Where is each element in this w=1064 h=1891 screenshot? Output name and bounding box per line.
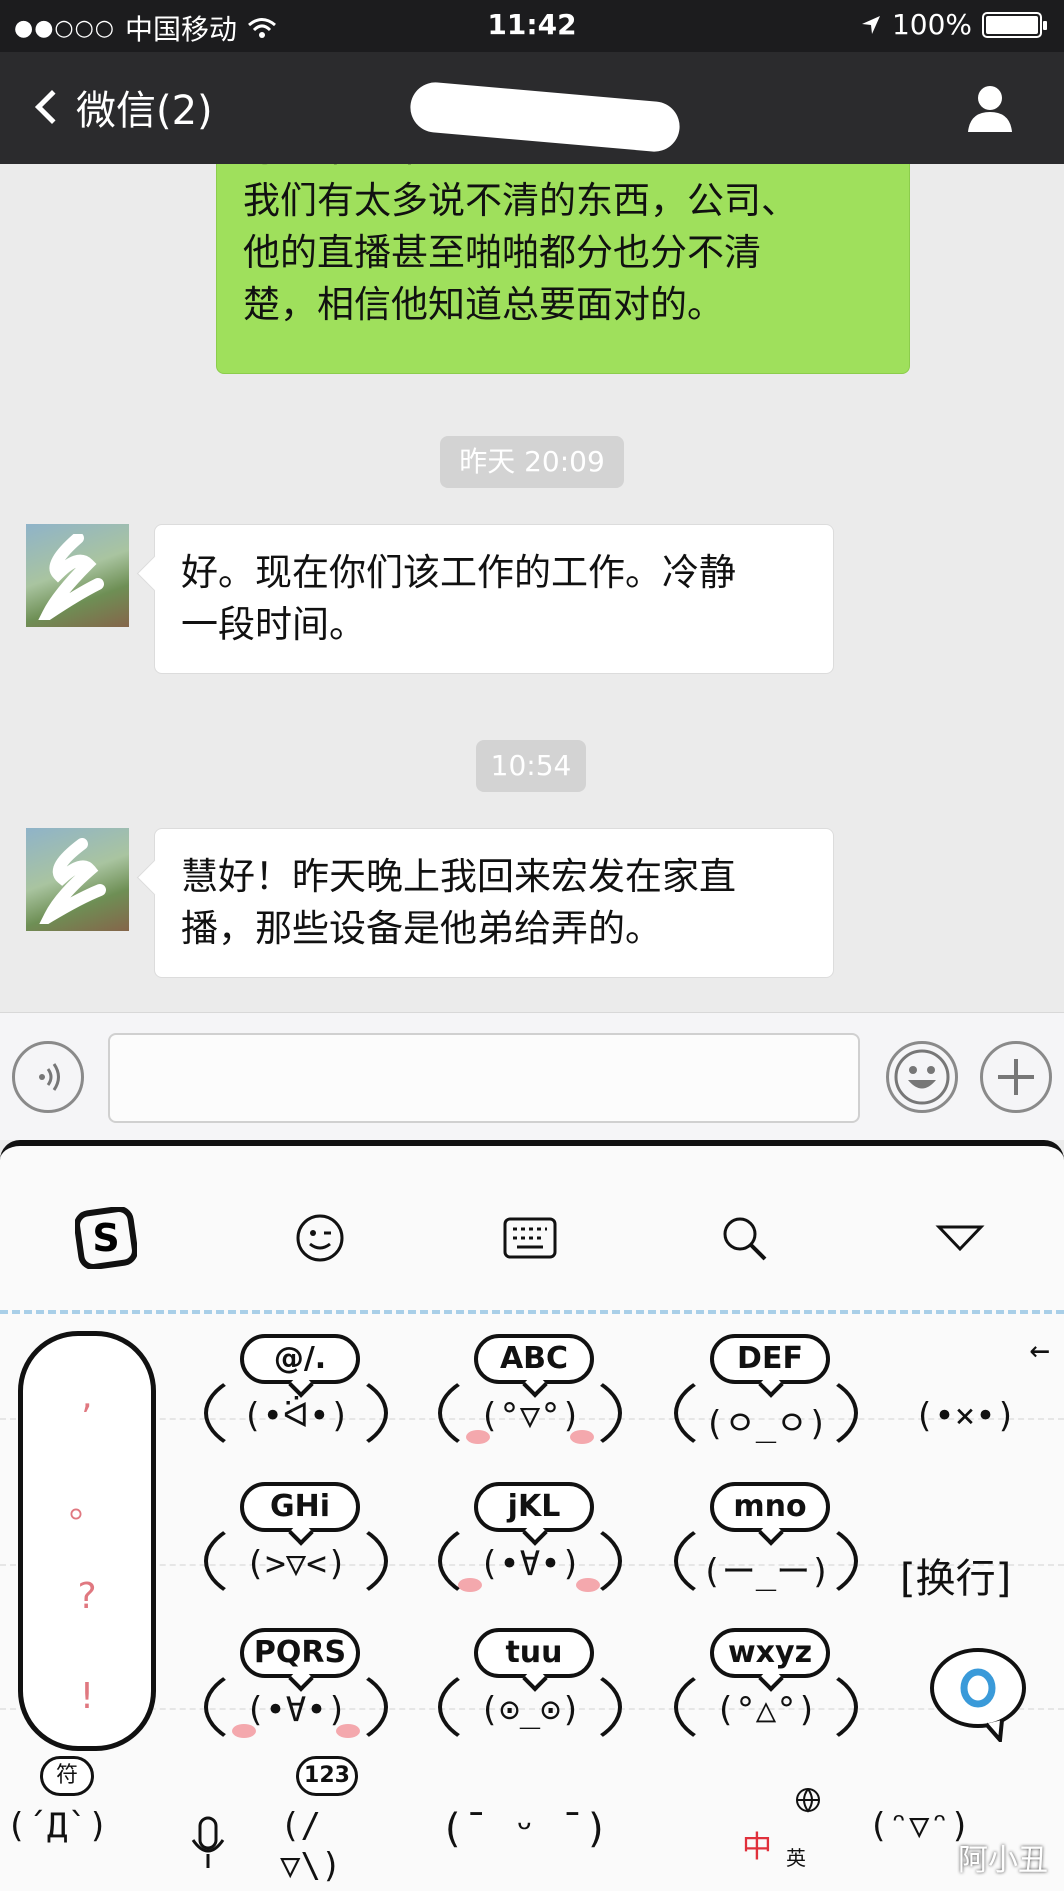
redacted-chat-title	[408, 80, 682, 154]
key-abc[interactable]: ABC (°▽°)	[430, 1330, 630, 1462]
message-line: 好。现在你们该工作的工作。冷静	[181, 551, 736, 594]
key-wxyz[interactable]: wxyz (°△°)	[666, 1624, 866, 1756]
incoming-message-bubble[interactable]: 慧好！昨天晚上我回来宏发在家直 播，那些设备是他弟给弄的。	[154, 828, 834, 978]
blush	[232, 1724, 256, 1738]
timestamp: 10:54	[476, 740, 586, 792]
kaomoji-keyboard: S , 。 ? ! @/. (•ᐛ•) ABC (°▽°) DEF (ㅇ_ㅇ) …	[0, 1140, 1064, 1891]
key-def[interactable]: DEF (ㅇ_ㅇ)	[666, 1330, 866, 1462]
backspace-arrow: ←	[1029, 1330, 1050, 1370]
globe-icon	[796, 1788, 820, 1813]
battery-percent: 100%	[891, 8, 972, 41]
punct-question[interactable]: ?	[23, 1576, 151, 1617]
voice-wave-icon	[39, 1063, 60, 1091]
toolbar-divider	[0, 1310, 1064, 1314]
number-face: (/▽\)	[280, 1806, 342, 1886]
key-pqrs[interactable]: PQRS (•∀•)	[196, 1624, 396, 1756]
search-icon[interactable]	[712, 1206, 776, 1270]
lang-chinese-label: 中	[742, 1830, 772, 1865]
kaomoji-face: (•∀•)	[244, 1690, 348, 1730]
message-line: 一段时间。	[181, 603, 366, 646]
avatar[interactable]	[26, 828, 129, 931]
kaomoji-face: (>▽<)	[244, 1544, 348, 1584]
emoji-face-icon[interactable]	[288, 1206, 352, 1270]
nav-bar: 微信(2)	[0, 52, 1064, 164]
blush	[466, 1430, 490, 1444]
chat-area[interactable]: 等您带他来上海。 我们有太多说不清的东西，公司、 他的直播甚至啪啪都分也分不清 …	[0, 164, 1064, 1012]
keyboard-bottom-row: 符 (´Д`) 123 (/▽\) (¯ ᵕ ¯) 中 英 (ᵔ▽ᵔ)	[0, 1756, 1064, 1886]
chevron-left-icon	[35, 90, 69, 124]
space-key[interactable]: (¯ ᵕ ¯)	[440, 1806, 609, 1852]
blush	[576, 1578, 600, 1592]
svg-text:S: S	[92, 1216, 119, 1260]
message-line: 他的直播甚至啪啪都分也分不清	[243, 231, 761, 274]
speech-bubble-o-icon[interactable]	[926, 1646, 1030, 1742]
more-button[interactable]	[980, 1041, 1052, 1113]
my-message-bubble[interactable]: 等您带他来上海。 我们有太多说不清的东西，公司、 他的直播甚至啪啪都分也分不清 …	[216, 164, 910, 374]
kaomoji-face: (ー_ー)	[701, 1552, 831, 1592]
kaomoji-face: (ㅇ_ㅇ)	[704, 1404, 828, 1444]
kaomoji-face: (•ᐛ•)	[241, 1396, 351, 1436]
message-line: 等您带他来上海。	[243, 164, 539, 175]
timestamp: 昨天 20:09	[440, 436, 624, 488]
status-bar: ●●○○○ 中国移动 11:42 100%	[0, 0, 1064, 52]
send-key[interactable]: (ᵔ▽ᵔ)	[868, 1806, 970, 1846]
message-input[interactable]	[108, 1033, 860, 1123]
kaomoji-face: (•∀•)	[478, 1544, 582, 1584]
message-line: 我们有太多说不清的东西，公司、	[243, 179, 798, 222]
voice-button[interactable]	[12, 1041, 84, 1113]
microphone-icon[interactable]	[188, 1814, 228, 1874]
symbol-face: (´Д`)	[6, 1806, 109, 1846]
language-switch-key[interactable]: 中 英	[706, 1786, 836, 1876]
punct-period[interactable]: 。	[23, 1476, 151, 1528]
key-ghi[interactable]: GHi (>▽<)	[196, 1478, 396, 1610]
kaomoji-face: (°▽°)	[478, 1396, 582, 1436]
backspace-key[interactable]: ← (•×•)	[880, 1330, 1050, 1460]
blush	[570, 1430, 594, 1444]
avatar[interactable]	[26, 524, 129, 627]
message-line: 播，那些设备是他弟给弄的。	[181, 907, 662, 950]
location-arrow-icon	[861, 15, 880, 34]
key-jkl[interactable]: jKL (•∀•)	[430, 1478, 630, 1610]
lang-english-label: 英	[786, 1846, 806, 1870]
smiley-icon	[894, 1049, 950, 1105]
weibo-watermark: 阿小丑	[958, 1843, 1048, 1878]
enter-key[interactable]: [换行]	[900, 1546, 1011, 1604]
sogou-logo-icon[interactable]: S	[74, 1206, 138, 1270]
punct-comma[interactable]: ,	[23, 1376, 151, 1417]
symbol-bubble: 符	[40, 1756, 94, 1796]
emoji-button[interactable]	[886, 1041, 958, 1113]
message-line: 楚，相信他知道总要面对的。	[243, 283, 724, 326]
punctuation-column[interactable]: , 。 ? !	[18, 1331, 156, 1751]
person-icon[interactable]	[964, 82, 1016, 134]
battery-icon	[982, 11, 1047, 38]
keyboard-icon[interactable]	[498, 1206, 562, 1270]
keyboard-toolbar: S	[0, 1206, 1064, 1286]
kaomoji-face: (⊙_⊙)	[478, 1690, 582, 1730]
kaomoji-face: (°△°)	[714, 1690, 818, 1730]
key-1[interactable]: @/. (•ᐛ•)	[196, 1330, 396, 1462]
redaction-scribble	[39, 838, 106, 924]
status-right: 100%	[860, 8, 1047, 41]
number-bubble: 123	[296, 1756, 358, 1796]
plus-icon	[998, 1059, 1034, 1095]
key-mno[interactable]: mno (ー_ー)	[666, 1478, 866, 1610]
kaomoji-face: (•×•)	[913, 1396, 1017, 1436]
battery-fill	[986, 15, 1038, 34]
message-line: 慧好！昨天晚上我回来宏发在家直	[181, 855, 736, 898]
punct-exclaim[interactable]: !	[23, 1676, 151, 1717]
redaction-scribble	[38, 534, 104, 620]
input-bar	[0, 1012, 1064, 1140]
back-label: 微信(2)	[76, 88, 213, 134]
back-button[interactable]: 微信(2)	[32, 78, 213, 136]
incoming-message-bubble[interactable]: 好。现在你们该工作的工作。冷静 一段时间。	[154, 524, 834, 674]
blush	[336, 1724, 360, 1738]
key-tuv[interactable]: tuu (⊙_⊙)	[430, 1624, 630, 1756]
collapse-triangle-icon[interactable]	[928, 1206, 992, 1270]
blush	[458, 1578, 482, 1592]
